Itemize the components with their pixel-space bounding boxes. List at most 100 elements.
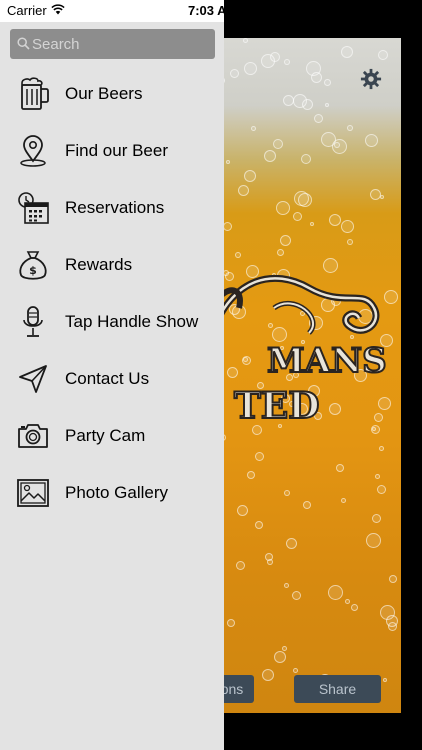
bubble — [267, 559, 273, 565]
share-button[interactable]: Share — [294, 675, 381, 703]
photo-icon — [17, 479, 49, 507]
bubble — [379, 446, 384, 451]
menu-item-contact-us[interactable]: Contact Us — [0, 351, 224, 408]
bubble — [244, 62, 257, 75]
bubble — [302, 99, 313, 110]
menu-item-label: Rewards — [65, 255, 133, 274]
bubble — [377, 485, 386, 494]
bubble — [301, 154, 311, 164]
svg-text:$: $ — [29, 264, 37, 277]
bubble — [311, 72, 322, 83]
bubble — [341, 498, 346, 503]
bubble — [264, 150, 276, 162]
menu-item-label: Party Cam — [65, 426, 146, 445]
beer-background-image: MANS TED — [214, 38, 401, 713]
bubble — [372, 514, 381, 523]
logo-text-line2: TED — [234, 385, 319, 427]
money-bag-icon: $ — [19, 251, 47, 280]
bubble — [310, 222, 314, 226]
bubble — [370, 189, 381, 200]
bubble — [255, 521, 263, 529]
bubble — [286, 538, 297, 549]
bubble — [282, 646, 287, 651]
bubble — [230, 69, 239, 78]
bubble — [324, 79, 331, 86]
bubble — [298, 193, 312, 207]
bubble — [270, 52, 280, 62]
bubble — [227, 619, 235, 627]
carrier-label: Carrier — [7, 3, 47, 18]
bubble — [314, 114, 323, 123]
bubble — [292, 591, 301, 600]
map-pin-icon — [20, 135, 46, 167]
calendar-clock-icon — [18, 192, 49, 224]
menu-item-photo-gallery[interactable]: Photo Gallery — [0, 465, 224, 522]
microphone-icon — [23, 306, 43, 337]
menu-item-label: Contact Us — [65, 369, 150, 388]
menu-item-rewards[interactable]: $ Rewards — [0, 237, 224, 294]
bubble — [321, 132, 336, 147]
bubble — [366, 533, 381, 548]
bubble — [351, 604, 358, 611]
bubble — [345, 599, 350, 604]
beer-mug-icon — [21, 77, 49, 110]
bubble — [375, 474, 380, 479]
bubble — [276, 201, 290, 215]
brewery-logo: MANS TED — [214, 274, 388, 428]
bubble — [365, 134, 378, 147]
bubble — [247, 471, 255, 479]
menu-item-party-cam[interactable]: Party Cam — [0, 408, 224, 465]
paper-plane-icon — [19, 365, 47, 393]
bubble — [325, 103, 329, 107]
menu-item-tap-handle-show[interactable]: Tap Handle Show — [0, 294, 224, 351]
menu-item-reservations[interactable]: Reservations — [0, 180, 224, 237]
menu-item-label: Find our Beer — [65, 141, 168, 160]
bubble — [277, 249, 284, 256]
bubble — [284, 490, 290, 496]
bubble — [303, 501, 311, 509]
bubble — [341, 46, 353, 58]
bubble — [383, 678, 387, 682]
bubble — [262, 669, 274, 681]
bubble — [223, 222, 232, 231]
bubble — [251, 126, 256, 131]
menu-item-find-our-beer[interactable]: Find our Beer — [0, 123, 224, 180]
wifi-icon — [51, 4, 65, 15]
bubble — [274, 651, 286, 663]
bubble — [273, 139, 283, 149]
settings-gear-icon[interactable] — [360, 68, 382, 90]
status-time: 7:03 A — [188, 3, 227, 18]
bubble — [238, 185, 249, 196]
drawer-menu-list: Our Beers Find our Beer Reservations $ R… — [0, 66, 224, 522]
bubble — [284, 59, 290, 65]
bubble — [347, 239, 353, 245]
search-bar[interactable] — [10, 29, 215, 59]
bubble — [341, 220, 354, 233]
camera-icon — [18, 424, 48, 448]
bubble — [237, 505, 248, 516]
bubble — [255, 452, 264, 461]
bubble — [244, 170, 256, 182]
menu-item-our-beers[interactable]: Our Beers — [0, 66, 224, 123]
bubble — [328, 585, 343, 600]
menu-item-label: Photo Gallery — [65, 483, 168, 502]
bubble — [347, 125, 353, 131]
bubble — [284, 583, 289, 588]
search-icon — [17, 37, 30, 50]
bubble — [280, 235, 291, 246]
bubble — [329, 214, 341, 226]
bubble — [226, 160, 230, 164]
logo-text-line1: MANS — [267, 341, 387, 381]
bubble — [389, 575, 397, 583]
menu-item-label: Tap Handle Show — [65, 312, 199, 331]
side-drawer-menu: Our Beers Find our Beer — [0, 22, 224, 750]
menu-item-label: Reservations — [65, 198, 165, 217]
bubble — [386, 615, 398, 627]
bubble — [336, 464, 344, 472]
bubble — [378, 50, 388, 60]
menu-item-label: Our Beers — [65, 84, 143, 103]
bubble — [293, 212, 302, 221]
status-bar: Carrier 7:03 A — [0, 0, 227, 22]
bubble — [243, 38, 248, 43]
search-input[interactable] — [32, 29, 210, 59]
